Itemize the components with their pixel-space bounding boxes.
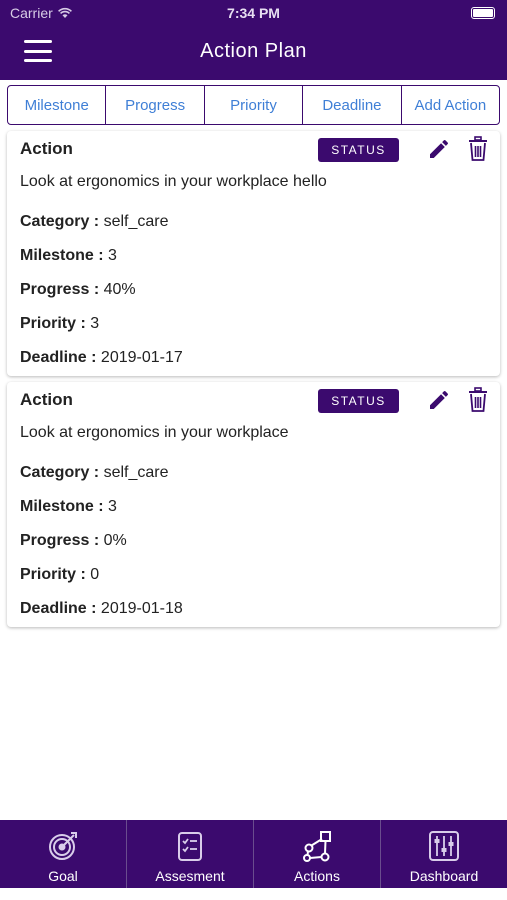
nav-assesment-label: Assesment bbox=[155, 868, 225, 884]
status-button[interactable]: STATUS bbox=[318, 138, 399, 162]
priority-value: 0 bbox=[90, 566, 100, 583]
tab-milestone[interactable]: Milestone bbox=[8, 86, 107, 124]
milestone-value: 3 bbox=[108, 498, 117, 515]
checklist-icon bbox=[178, 832, 202, 861]
milestone-field: Milestone : 3 bbox=[20, 247, 117, 265]
progress-label: Progress : bbox=[20, 281, 100, 298]
action-tabs: Milestone Progress Priority Deadline Add… bbox=[7, 85, 500, 125]
edit-pencil-icon[interactable] bbox=[427, 388, 451, 412]
deadline-label: Deadline : bbox=[20, 349, 97, 366]
home-indicator-area bbox=[0, 888, 507, 900]
tab-progress[interactable]: Progress bbox=[106, 86, 205, 124]
milestone-label: Milestone : bbox=[20, 247, 104, 264]
deadline-label: Deadline : bbox=[20, 600, 97, 617]
trash-icon[interactable] bbox=[467, 136, 489, 162]
tab-deadline[interactable]: Deadline bbox=[303, 86, 402, 124]
battery-icon bbox=[471, 7, 495, 19]
trash-icon[interactable] bbox=[467, 387, 489, 413]
priority-label: Priority : bbox=[20, 315, 86, 332]
nav-actions-label: Actions bbox=[294, 868, 340, 884]
deadline-value: 2019-01-18 bbox=[100, 600, 183, 617]
status-button[interactable]: STATUS bbox=[318, 389, 399, 413]
category-label: Category : bbox=[20, 213, 100, 230]
category-field: Category : self_care bbox=[20, 213, 169, 231]
bottom-nav: Goal Assesment Actions Dashboard bbox=[0, 820, 507, 888]
edit-pencil-icon[interactable] bbox=[427, 137, 451, 161]
progress-field: Progress : 0% bbox=[20, 532, 127, 550]
action-description: Look at ergonomics in your workplace bbox=[20, 424, 289, 441]
category-value: self_care bbox=[103, 464, 169, 481]
action-card: Action STATUS Look at ergonomics in your… bbox=[7, 131, 500, 376]
priority-field: Priority : 3 bbox=[20, 315, 99, 333]
category-label: Category : bbox=[20, 464, 100, 481]
deadline-field: Deadline : 2019-01-18 bbox=[20, 600, 183, 618]
deadline-field: Deadline : 2019-01-17 bbox=[20, 349, 183, 367]
progress-label: Progress : bbox=[20, 532, 100, 549]
tab-priority[interactable]: Priority bbox=[205, 86, 304, 124]
nav-actions[interactable]: Actions bbox=[254, 820, 381, 888]
status-bar: Carrier 7:34 PM bbox=[0, 0, 507, 28]
nav-assesment[interactable]: Assesment bbox=[127, 820, 254, 888]
target-icon bbox=[49, 832, 77, 860]
priority-field: Priority : 0 bbox=[20, 566, 99, 584]
priority-label: Priority : bbox=[20, 566, 86, 583]
status-time: 7:34 PM bbox=[227, 5, 280, 21]
sliders-icon bbox=[429, 831, 459, 861]
priority-value: 3 bbox=[90, 315, 100, 332]
category-value: self_care bbox=[103, 213, 169, 230]
milestone-field: Milestone : 3 bbox=[20, 498, 117, 516]
tab-add-action[interactable]: Add Action bbox=[402, 86, 499, 124]
card-title: Action bbox=[20, 390, 73, 409]
progress-field: Progress : 40% bbox=[20, 281, 136, 299]
card-title: Action bbox=[20, 139, 73, 158]
nav-goal-label: Goal bbox=[48, 868, 78, 884]
nav-dashboard-label: Dashboard bbox=[409, 868, 479, 884]
flow-nodes-icon bbox=[303, 831, 331, 862]
page-title: Action Plan bbox=[200, 40, 307, 62]
app-header: Carrier 7:34 PM Action Plan bbox=[0, 0, 507, 80]
category-field: Category : self_care bbox=[20, 464, 169, 482]
deadline-value: 2019-01-17 bbox=[100, 349, 183, 366]
action-card: Action STATUS Look at ergonomics in your… bbox=[7, 382, 500, 627]
nav-dashboard[interactable]: Dashboard bbox=[381, 820, 507, 888]
action-description: Look at ergonomics in your workplace hel… bbox=[20, 173, 327, 190]
nav-goal[interactable]: Goal bbox=[0, 820, 127, 888]
milestone-value: 3 bbox=[108, 247, 117, 264]
milestone-label: Milestone : bbox=[20, 498, 104, 515]
progress-value: 0% bbox=[103, 532, 127, 549]
progress-value: 40% bbox=[103, 281, 136, 298]
